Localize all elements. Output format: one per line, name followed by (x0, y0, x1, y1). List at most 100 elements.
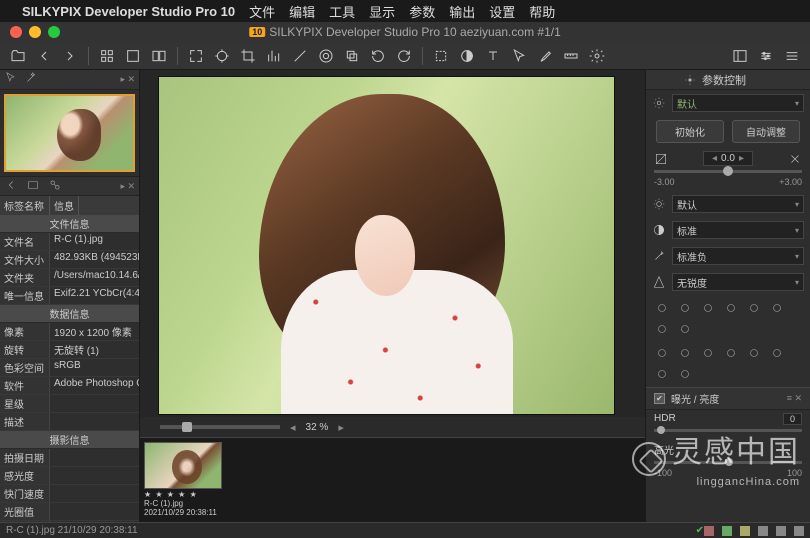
filmstrip-thumbnail[interactable] (144, 442, 222, 489)
text-tool-button[interactable] (481, 45, 505, 67)
info-section-header[interactable]: 数据信息 (0, 305, 139, 323)
target-button[interactable] (210, 45, 234, 67)
adjustment-dropdown[interactable]: 标准 (672, 221, 804, 239)
rect-select-button[interactable] (429, 45, 453, 67)
clone-tool-button[interactable] (340, 45, 364, 67)
adjustment-dropdown[interactable]: 默认 (672, 195, 804, 213)
init-button[interactable]: 初始化 (656, 120, 724, 143)
sharpen-icon (652, 275, 666, 289)
status-dot-2[interactable] (722, 526, 732, 536)
info-row: 焦距 (0, 521, 139, 522)
info-section-header[interactable]: 摄影信息 (0, 431, 139, 449)
mask-button[interactable] (455, 45, 479, 67)
maximize-window-button[interactable] (48, 26, 60, 38)
crop-tab-icon[interactable] (675, 320, 695, 338)
navigator-thumbnail[interactable] (4, 94, 135, 172)
exposure-value[interactable]: ◂0.0▸ (703, 151, 753, 166)
clone-tab-icon[interactable] (744, 344, 764, 362)
exposure-slider[interactable] (654, 170, 802, 173)
filmstrip-item[interactable]: ★ ★ ★ ★ ★ R-C (1).jpg 2021/10/29 20:38:1… (144, 442, 222, 518)
collapse-icon-2[interactable]: ▸ ✕ (120, 181, 135, 192)
info-table[interactable]: 文件信息文件名R-C (1).jpg文件大小482.93KB (494523B文… (0, 215, 139, 522)
rotate-right-button[interactable] (392, 45, 416, 67)
color-tab-icon[interactable] (721, 299, 741, 317)
highlight-label: 高光 (654, 442, 674, 457)
eyedropper-button[interactable] (533, 45, 557, 67)
auto-adjust-button[interactable]: 自动调整 (732, 120, 800, 143)
crop-button[interactable] (236, 45, 260, 67)
info-key: 旋转 (0, 341, 50, 358)
menu-view[interactable]: 显示 (369, 2, 395, 21)
info-row: 拍摄日期 (0, 449, 139, 467)
sharp-tab-icon[interactable] (767, 299, 787, 317)
info-tab-icon[interactable] (26, 178, 40, 195)
pointer-button[interactable] (507, 45, 531, 67)
menu-tools[interactable]: 工具 (329, 2, 355, 21)
status-dot-4[interactable] (758, 526, 768, 536)
menu-button[interactable] (780, 45, 804, 67)
filmstrip: ★ ★ ★ ★ ★ R-C (1).jpg 2021/10/29 20:38:1… (140, 437, 645, 522)
expand-icon[interactable] (788, 152, 802, 166)
hdr-value[interactable]: 0 (783, 413, 802, 425)
menu-params[interactable]: 参数 (409, 2, 435, 21)
status-dot-5[interactable] (776, 526, 786, 536)
status-dot-3[interactable] (740, 526, 750, 536)
open-folder-button[interactable] (6, 45, 30, 67)
wb-tab-icon[interactable] (652, 299, 672, 317)
menu-settings[interactable]: 设置 (489, 2, 515, 21)
zoom-slider[interactable] (160, 425, 280, 429)
info-section-header[interactable]: 文件信息 (0, 215, 139, 233)
contrast-tab-icon[interactable] (675, 299, 695, 317)
single-view-button[interactable] (121, 45, 145, 67)
grad-tab-icon[interactable] (721, 344, 741, 362)
highlight-slider[interactable] (654, 461, 802, 464)
status-dot-6[interactable] (794, 526, 804, 536)
panel-right-toggle[interactable] (754, 45, 778, 67)
grid-view-button[interactable] (95, 45, 119, 67)
adjustment-row: 无锐度 (646, 269, 810, 295)
nr-tab-icon[interactable] (744, 299, 764, 317)
effect-tab-icon[interactable] (698, 344, 718, 362)
preset-dropdown[interactable]: 默认 (672, 94, 804, 112)
spot-tool-button[interactable] (314, 45, 338, 67)
more-tab-icon[interactable] (675, 365, 695, 383)
tag-tab-icon[interactable] (48, 178, 62, 195)
straighten-button[interactable] (288, 45, 312, 67)
lens-tab-icon[interactable] (652, 320, 672, 338)
gear-icon (684, 74, 696, 86)
text-tab-icon[interactable] (767, 344, 787, 362)
hdr-slider[interactable] (654, 429, 802, 432)
status-dot-1[interactable] (704, 526, 714, 536)
panel-left-toggle[interactable] (728, 45, 752, 67)
ruler-button[interactable] (559, 45, 583, 67)
curve-tab-icon[interactable] (698, 299, 718, 317)
menu-output[interactable]: 输出 (449, 2, 475, 21)
histogram-button[interactable] (262, 45, 286, 67)
compare-view-button[interactable] (147, 45, 171, 67)
close-window-button[interactable] (10, 26, 22, 38)
rotate-left-button[interactable] (366, 45, 390, 67)
prev-image-button[interactable] (32, 45, 56, 67)
next-image-button[interactable] (58, 45, 82, 67)
menu-edit[interactable]: 编辑 (289, 2, 315, 21)
exposure-checkbox[interactable]: ✔ (654, 393, 665, 404)
info-key: 焦距 (0, 521, 50, 522)
settings-button[interactable] (585, 45, 609, 67)
back-icon[interactable] (4, 178, 18, 195)
menu-file[interactable]: 文件 (249, 2, 275, 21)
image-canvas[interactable] (158, 76, 615, 415)
fit-screen-button[interactable] (184, 45, 208, 67)
collapse-icon[interactable]: ▸ ✕ (120, 74, 135, 85)
spot-tab-icon[interactable] (675, 344, 695, 362)
adjustment-dropdown[interactable]: 标准负 (672, 247, 804, 265)
adjustment-dropdown[interactable]: 无锐度 (672, 273, 804, 291)
menu-icon[interactable]: ≡ ✕ (787, 393, 802, 404)
hist-tab-icon[interactable] (652, 365, 672, 383)
wand-tab-icon[interactable] (24, 71, 38, 88)
eye-tab-icon[interactable] (652, 344, 672, 362)
app-menu[interactable]: SILKYPIX Developer Studio Pro 10 (22, 4, 235, 19)
minimize-window-button[interactable] (29, 26, 41, 38)
menu-help[interactable]: 帮助 (529, 2, 555, 21)
exposure-subpanel-header[interactable]: ✔ 曝光 / 亮度 ≡ ✕ (646, 387, 810, 410)
cursor-tab-icon[interactable] (4, 71, 18, 88)
